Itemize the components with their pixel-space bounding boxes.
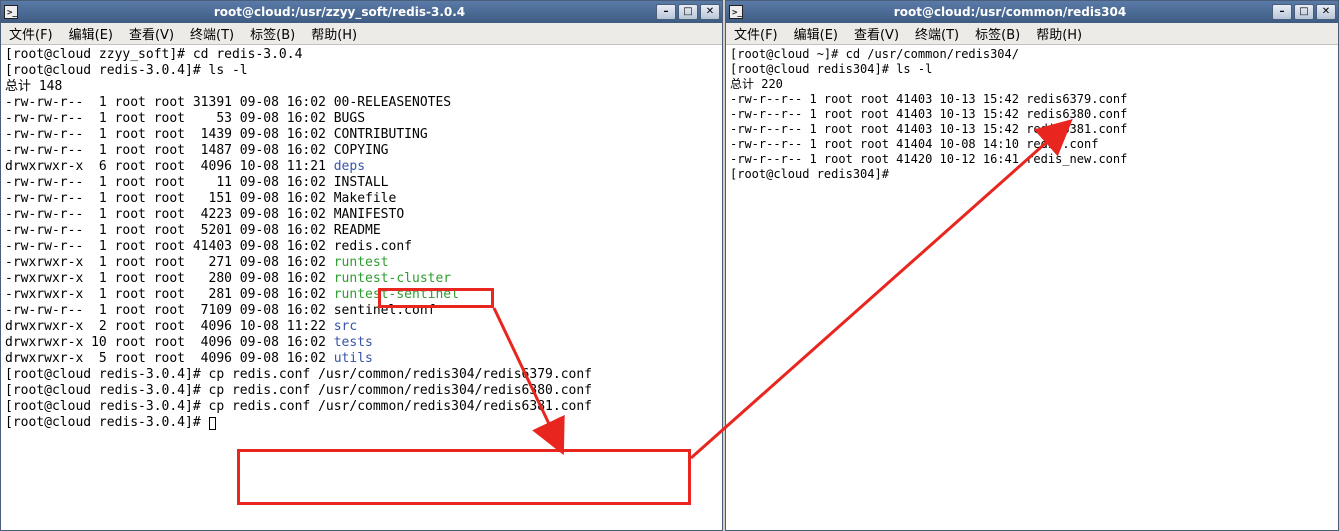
menu-help[interactable]: 帮助(H)	[307, 22, 361, 45]
terminal-line: -rw-rw-r-- 1 root root 151 09-08 16:02 M…	[5, 191, 718, 207]
menu-file[interactable]: 文件(F)	[730, 22, 782, 45]
terminal-line: -rw-r--r-- 1 root root 41404 10-08 14:10…	[730, 137, 1334, 152]
terminal-line: -rw-r--r-- 1 root root 41403 10-13 15:42…	[730, 92, 1334, 107]
menu-terminal[interactable]: 终端(T)	[186, 22, 238, 45]
terminal-line: -rwxrwxr-x 1 root root 280 09-08 16:02 r…	[5, 271, 718, 287]
terminal-line: [root@cloud redis304]#	[730, 167, 1334, 182]
terminal-line: -rw-rw-r-- 1 root root 1439 09-08 16:02 …	[5, 127, 718, 143]
svg-text:>_: >_	[732, 8, 743, 18]
terminal-line: [root@cloud redis-3.0.4]# cp redis.conf …	[5, 383, 718, 399]
cursor	[209, 417, 216, 430]
terminal-output-left[interactable]: [root@cloud zzyy_soft]# cd redis-3.0.4[r…	[1, 45, 722, 530]
minimize-button[interactable]: –	[1272, 4, 1292, 20]
window-title: root@cloud:/usr/common/redis304	[748, 5, 1272, 19]
titlebar-right[interactable]: >_ root@cloud:/usr/common/redis304 – □ ✕	[726, 1, 1338, 23]
menu-view[interactable]: 查看(V)	[125, 22, 178, 45]
terminal-line: drwxrwxr-x 10 root root 4096 09-08 16:02…	[5, 335, 718, 351]
terminal-line: -rw-rw-r-- 1 root root 11 09-08 16:02 IN…	[5, 175, 718, 191]
terminal-line: [root@cloud redis-3.0.4]#	[5, 415, 718, 431]
terminal-line: [root@cloud redis-3.0.4]# cp redis.conf …	[5, 367, 718, 383]
terminal-icon: >_	[728, 4, 744, 20]
terminal-line: -rw-rw-r-- 1 root root 7109 09-08 16:02 …	[5, 303, 718, 319]
menu-terminal[interactable]: 终端(T)	[911, 22, 963, 45]
terminal-line: [root@cloud ~]# cd /usr/common/redis304/	[730, 47, 1334, 62]
terminal-line: -rw-r--r-- 1 root root 41403 10-13 15:42…	[730, 122, 1334, 137]
close-button[interactable]: ✕	[700, 4, 720, 20]
terminal-line: -rw-rw-r-- 1 root root 41403 09-08 16:02…	[5, 239, 718, 255]
minimize-button[interactable]: –	[656, 4, 676, 20]
terminal-window-right: >_ root@cloud:/usr/common/redis304 – □ ✕…	[725, 0, 1339, 531]
maximize-button[interactable]: □	[678, 4, 698, 20]
close-button[interactable]: ✕	[1316, 4, 1336, 20]
menu-tabs[interactable]: 标签(B)	[246, 22, 299, 45]
terminal-line: -rw-rw-r-- 1 root root 4223 09-08 16:02 …	[5, 207, 718, 223]
menu-file[interactable]: 文件(F)	[5, 22, 57, 45]
terminal-icon: >_	[3, 4, 19, 20]
terminal-window-left: >_ root@cloud:/usr/zzyy_soft/redis-3.0.4…	[0, 0, 723, 531]
terminal-line: drwxrwxr-x 6 root root 4096 10-08 11:21 …	[5, 159, 718, 175]
terminal-line: -rw-rw-r-- 1 root root 31391 09-08 16:02…	[5, 95, 718, 111]
window-controls: – □ ✕	[656, 4, 720, 20]
terminal-line: [root@cloud zzyy_soft]# cd redis-3.0.4	[5, 47, 718, 63]
terminal-line: [root@cloud redis-3.0.4]# ls -l	[5, 63, 718, 79]
svg-text:>_: >_	[7, 8, 18, 18]
menu-help[interactable]: 帮助(H)	[1032, 22, 1086, 45]
terminal-line: -rw-rw-r-- 1 root root 53 09-08 16:02 BU…	[5, 111, 718, 127]
window-title: root@cloud:/usr/zzyy_soft/redis-3.0.4	[23, 5, 656, 19]
terminal-line: 总计 148	[5, 79, 718, 95]
menu-tabs[interactable]: 标签(B)	[971, 22, 1024, 45]
terminal-line: -rw-r--r-- 1 root root 41420 10-12 16:41…	[730, 152, 1334, 167]
terminal-line: -rwxrwxr-x 1 root root 281 09-08 16:02 r…	[5, 287, 718, 303]
terminal-line: drwxrwxr-x 2 root root 4096 10-08 11:22 …	[5, 319, 718, 335]
terminal-line: -rw-rw-r-- 1 root root 5201 09-08 16:02 …	[5, 223, 718, 239]
terminal-line: [root@cloud redis-3.0.4]# cp redis.conf …	[5, 399, 718, 415]
terminal-line: -rw-rw-r-- 1 root root 1487 09-08 16:02 …	[5, 143, 718, 159]
menu-edit[interactable]: 编辑(E)	[790, 22, 842, 45]
menu-edit[interactable]: 编辑(E)	[65, 22, 117, 45]
window-controls: – □ ✕	[1272, 4, 1336, 20]
terminal-line: 总计 220	[730, 77, 1334, 92]
terminal-line: drwxrwxr-x 5 root root 4096 09-08 16:02 …	[5, 351, 718, 367]
titlebar-left[interactable]: >_ root@cloud:/usr/zzyy_soft/redis-3.0.4…	[1, 1, 722, 23]
menubar-left: 文件(F) 编辑(E) 查看(V) 终端(T) 标签(B) 帮助(H)	[1, 23, 722, 45]
terminal-line: -rwxrwxr-x 1 root root 271 09-08 16:02 r…	[5, 255, 718, 271]
terminal-output-right[interactable]: [root@cloud ~]# cd /usr/common/redis304/…	[726, 45, 1338, 530]
terminal-line: [root@cloud redis304]# ls -l	[730, 62, 1334, 77]
maximize-button[interactable]: □	[1294, 4, 1314, 20]
terminal-line: -rw-r--r-- 1 root root 41403 10-13 15:42…	[730, 107, 1334, 122]
menu-view[interactable]: 查看(V)	[850, 22, 903, 45]
menubar-right: 文件(F) 编辑(E) 查看(V) 终端(T) 标签(B) 帮助(H)	[726, 23, 1338, 45]
